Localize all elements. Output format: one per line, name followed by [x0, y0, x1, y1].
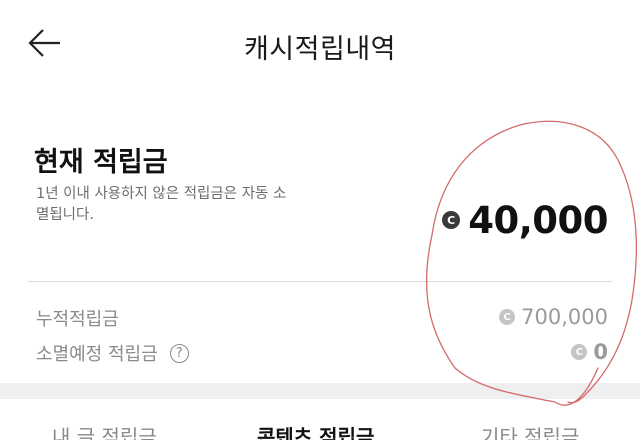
- current-balance: C 40,000: [442, 197, 608, 243]
- coin-icon: C: [442, 211, 461, 229]
- cumulative-label: 누적적립금: [36, 309, 119, 330]
- current-balance-amount: 40,000: [468, 198, 608, 242]
- cumulative-value-row: C 700,000: [499, 305, 608, 329]
- help-icon[interactable]: ?: [169, 343, 189, 363]
- expiring-value: 0: [593, 340, 608, 364]
- app-header: 캐시적립내역: [0, 0, 640, 90]
- cumulative-value: 700,000: [521, 305, 608, 329]
- tab-my-post-rewards[interactable]: 내 글 적립금: [52, 421, 157, 440]
- coin-icon: C: [571, 344, 588, 360]
- expiry-notice: 1년 이내 사용하지 않은 적립금은 자동 소멸됩니다.: [36, 186, 287, 223]
- current-balance-title: 현재 적립금: [34, 147, 168, 178]
- tab-other-rewards[interactable]: 기타 적립금: [481, 421, 579, 440]
- expiring-label: 소멸예정 적립금: [36, 344, 158, 365]
- tab-bar: 내 글 적립금 콘텐츠 적립금 기타 적립금: [0, 399, 640, 440]
- section-separator: [0, 383, 640, 399]
- expiring-label-row: 소멸예정 적립금 ?: [36, 340, 189, 366]
- tab-content-rewards[interactable]: 콘텐츠 적립금: [257, 421, 374, 440]
- page-title: 캐시적립내역: [243, 34, 397, 65]
- expiring-value-row: C 0: [571, 340, 608, 364]
- coin-icon: C: [499, 309, 516, 325]
- divider: [28, 281, 612, 282]
